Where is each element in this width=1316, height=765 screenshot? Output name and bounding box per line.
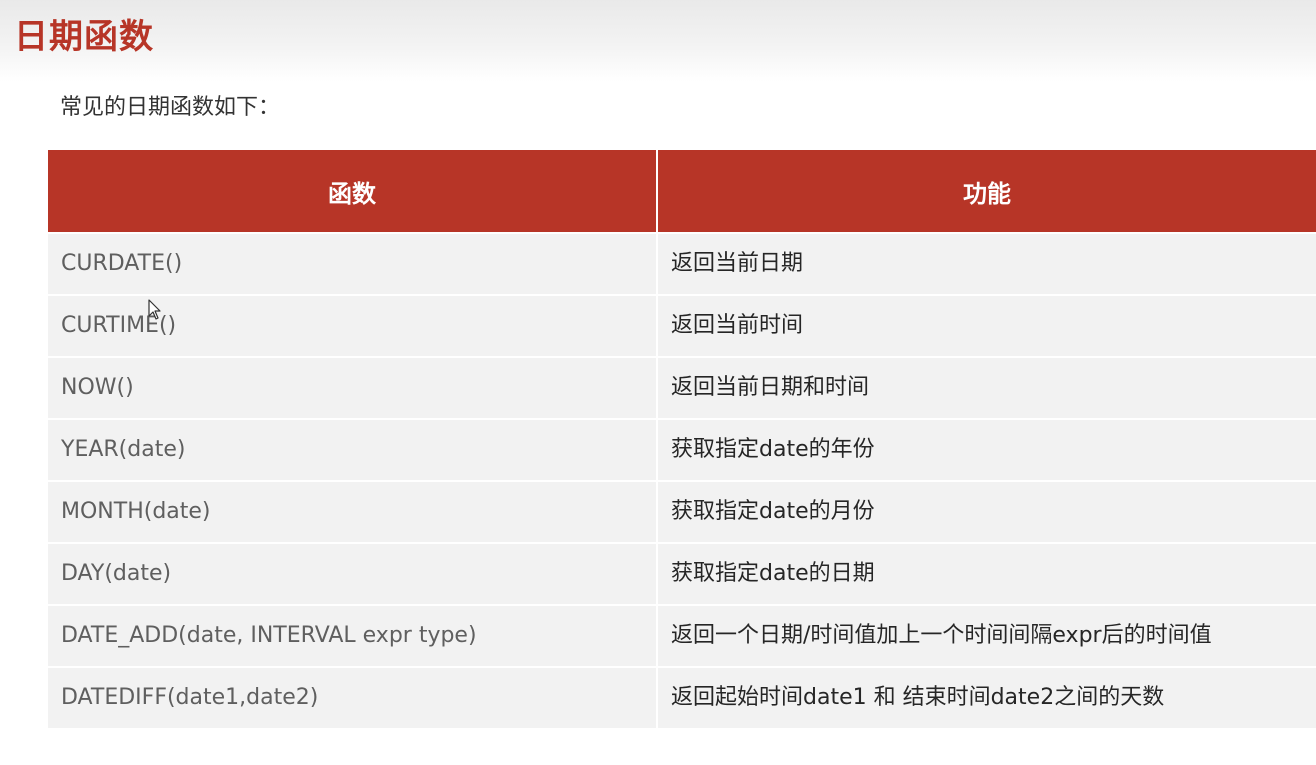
- table-row: YEAR(date) 获取指定date的年份: [48, 418, 1316, 480]
- description-cell: 获取指定date的年份: [658, 418, 1316, 480]
- description-cell: 返回当前日期: [658, 232, 1316, 294]
- page-title: 日期函数: [14, 17, 154, 57]
- description-cell: 获取指定date的月份: [658, 480, 1316, 542]
- date-functions-table: 函数 功能 CURDATE() 返回当前日期 CURTIME() 返回当前时间 …: [48, 150, 1316, 728]
- table-row: CURDATE() 返回当前日期: [48, 232, 1316, 294]
- table-row: NOW() 返回当前日期和时间: [48, 356, 1316, 418]
- table-row: CURTIME() 返回当前时间: [48, 294, 1316, 356]
- function-cell: CURTIME(): [48, 294, 658, 356]
- header-description: 功能: [658, 150, 1316, 232]
- function-cell: YEAR(date): [48, 418, 658, 480]
- intro-text: 常见的日期函数如下：: [60, 95, 281, 120]
- function-cell: NOW(): [48, 356, 658, 418]
- description-cell: 返回当前时间: [658, 294, 1316, 356]
- table-row: MONTH(date) 获取指定date的月份: [48, 480, 1316, 542]
- title-band: [0, 0, 1316, 82]
- table-row: DAY(date) 获取指定date的日期: [48, 542, 1316, 604]
- function-cell: DATEDIFF(date1,date2): [48, 666, 658, 728]
- description-cell: 获取指定date的日期: [658, 542, 1316, 604]
- slide: 日期函数 常见的日期函数如下： 函数 功能 CURDATE() 返回当前日期 C…: [0, 0, 1316, 765]
- table-header-row: 函数 功能: [48, 150, 1316, 232]
- function-cell: DAY(date): [48, 542, 658, 604]
- function-cell: CURDATE(): [48, 232, 658, 294]
- description-cell: 返回一个日期/时间值加上一个时间间隔expr后的时间值: [658, 604, 1316, 666]
- mouse-pointer-icon: [148, 299, 161, 320]
- header-function: 函数: [48, 150, 658, 232]
- function-cell: DATE_ADD(date, INTERVAL expr type): [48, 604, 658, 666]
- table-row: DATE_ADD(date, INTERVAL expr type) 返回一个日…: [48, 604, 1316, 666]
- table-row: DATEDIFF(date1,date2) 返回起始时间date1 和 结束时间…: [48, 666, 1316, 728]
- description-cell: 返回当前日期和时间: [658, 356, 1316, 418]
- function-cell: MONTH(date): [48, 480, 658, 542]
- description-cell: 返回起始时间date1 和 结束时间date2之间的天数: [658, 666, 1316, 728]
